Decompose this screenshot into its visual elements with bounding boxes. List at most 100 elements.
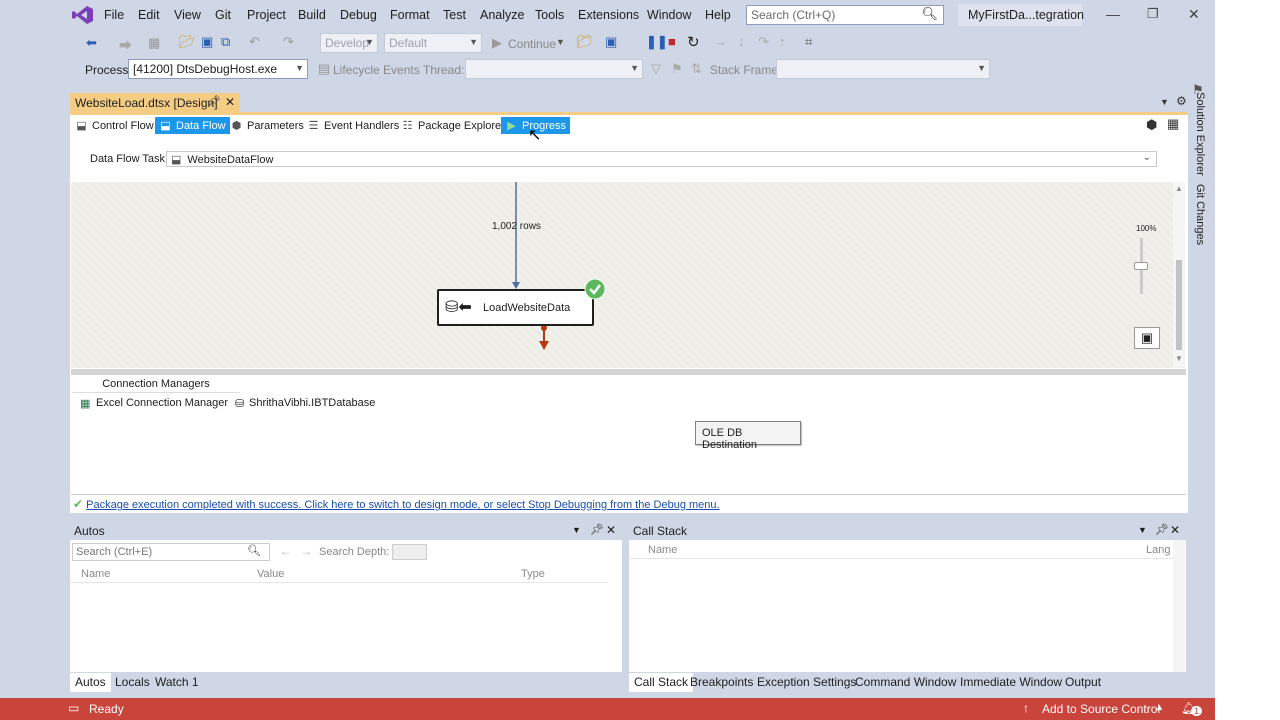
visual-studio-logo-icon[interactable] [72, 5, 94, 25]
zoom-to-fit-button[interactable]: ▣ [1134, 327, 1160, 349]
connection-managers-tab[interactable]: Connection Managers [72, 376, 240, 393]
search-back-icon[interactable]: ← [280, 544, 292, 558]
execution-status-bar[interactable]: ✔ Package execution completed with succe… [71, 494, 1186, 512]
excel-connection-manager[interactable]: Excel Connection Manager [96, 397, 228, 409]
column-header-name[interactable]: Name [648, 544, 677, 556]
stack-frame-combo[interactable]: ▼ [776, 59, 990, 79]
zoom-slider-thumb[interactable] [1134, 262, 1148, 270]
pin-icon[interactable]: 📌︎ [590, 523, 604, 536]
tab-locals[interactable]: Locals [110, 673, 155, 692]
play-icon[interactable]: ▶ [492, 35, 502, 51]
search-forward-icon[interactable]: → [300, 544, 312, 558]
document-tab[interactable]: WebsiteLoad.dtsx [Design] 📌︎ ✕ [70, 93, 240, 113]
lifecycle-events-button[interactable]: Lifecycle Events [333, 63, 420, 77]
back-icon[interactable]: ⬅ [86, 35, 97, 51]
new-project-icon[interactable]: ▦ [148, 35, 160, 51]
filter-icon[interactable]: ▽ [651, 61, 661, 77]
tab-breakpoints[interactable]: Breakpoints [685, 673, 758, 692]
toolbox-icon[interactable]: ▦ [1167, 116, 1179, 132]
ole-db-destination-node[interactable]: ⛁⬅ LoadWebsiteData [437, 289, 594, 326]
scroll-up-icon[interactable]: ▲ [1175, 184, 1183, 193]
menu-analyze[interactable]: Analyze [480, 8, 524, 22]
execution-status-link[interactable]: Package execution completed with success… [86, 499, 719, 511]
data-flow-task-combo[interactable]: ⬓ WebsiteDataFlow ⌄ [166, 151, 1157, 167]
menu-file[interactable]: File [104, 8, 124, 22]
lifecycle-events-icon[interactable]: ▤ [318, 61, 330, 77]
scrollbar-thumb[interactable] [1176, 260, 1182, 350]
tab-exception-settings[interactable]: Exception Settings [752, 673, 861, 692]
tab-event-handlers[interactable]: ☰ Event Handlers [303, 117, 403, 134]
close-tab-icon[interactable]: ✕ [225, 95, 235, 109]
pin-icon[interactable]: 📌︎ [1155, 523, 1169, 536]
continue-button[interactable]: Continue [508, 37, 556, 51]
step-out-icon[interactable]: ↑ [779, 34, 786, 49]
settings-gear-icon[interactable]: ⚙ [1176, 94, 1187, 108]
menu-tools[interactable]: Tools [535, 8, 564, 22]
menu-git[interactable]: Git [215, 8, 231, 22]
save-all-icon[interactable]: ⧉ [221, 34, 230, 50]
search-depth-combo[interactable] [392, 544, 427, 560]
connection-manager-splitter[interactable] [71, 369, 1186, 375]
close-pane-icon[interactable]: ✕ [1170, 523, 1180, 537]
add-to-source-control-button[interactable]: Add to Source Control [1042, 702, 1160, 716]
solution-platform-combo[interactable]: Default ▼ [384, 33, 482, 53]
tab-watch-1[interactable]: Watch 1 [150, 673, 204, 692]
find-in-files-icon[interactable]: 📁︎ [576, 34, 593, 50]
minimize-icon[interactable]: — [1106, 6, 1120, 22]
thread-combo[interactable]: ▼ [465, 59, 643, 79]
variables-icon[interactable]: ⬢ [1146, 117, 1157, 133]
tab-data-flow[interactable]: ⬓ Data Flow [155, 117, 230, 134]
autos-search-input[interactable]: Search (Ctrl+E) 🔍︎ [72, 543, 270, 561]
tab-list-dropdown-icon[interactable]: ▼ [1160, 97, 1169, 107]
restart-icon[interactable]: ↻ [687, 33, 700, 51]
menu-edit[interactable]: Edit [138, 8, 160, 22]
menu-window[interactable]: Window [647, 8, 691, 22]
pause-icon[interactable]: ❚❚ [646, 34, 668, 50]
column-header-type[interactable]: Type [521, 568, 545, 580]
menu-help[interactable]: Help [705, 8, 731, 22]
redo-icon[interactable]: ↷ [283, 34, 294, 50]
menu-debug[interactable]: Debug [340, 8, 377, 22]
flag-icon[interactable]: ⚑ [671, 61, 683, 77]
tab-autos[interactable]: Autos [70, 673, 111, 692]
menu-test[interactable]: Test [443, 8, 466, 22]
forward-icon[interactable]: ⮕ [119, 35, 132, 54]
stop-icon[interactable]: ■ [668, 34, 676, 49]
column-header-name[interactable]: Name [81, 568, 110, 580]
step-into-icon[interactable]: ↓ [738, 34, 745, 49]
process-combo[interactable]: [41200] DtsDebugHost.exe ▼ [128, 59, 308, 79]
open-icon[interactable]: 📂︎ [179, 34, 196, 50]
undo-icon[interactable]: ↶ [249, 34, 260, 50]
restore-icon[interactable]: ❐ [1147, 6, 1159, 22]
solution-configuration-combo[interactable]: Develop ▼ [320, 33, 378, 53]
tab-call-stack[interactable]: Call Stack [629, 673, 694, 692]
tab-command-window[interactable]: Command Window [850, 673, 961, 692]
tab-parameters[interactable]: ⬢ Parameters [226, 117, 308, 134]
pin-icon[interactable]: 📌︎ [208, 96, 221, 107]
menu-view[interactable]: View [174, 8, 201, 22]
pane-dropdown-icon[interactable]: ▼ [572, 525, 581, 535]
tab-immediate-window[interactable]: Immediate Window [955, 673, 1067, 692]
pane-dropdown-icon[interactable]: ▼ [1138, 525, 1147, 535]
column-header-lang[interactable]: Lang [1146, 544, 1170, 556]
column-header-value[interactable]: Value [257, 568, 284, 580]
database-connection-manager[interactable]: ShrithaVibhi.IBTDatabase [249, 397, 375, 409]
close-pane-icon[interactable]: ✕ [606, 523, 616, 537]
hex-display-icon[interactable]: ⌗ [805, 34, 812, 50]
close-icon[interactable]: ✕ [1188, 6, 1200, 23]
save-icon[interactable]: ▣ [201, 34, 213, 50]
tab-control-flow[interactable]: ⬓ Control Flow [71, 117, 158, 134]
data-flow-canvas[interactable]: 1,002 rows 100% ▣ [71, 182, 1173, 368]
call-stack-scrollbar[interactable] [1173, 540, 1185, 672]
feedback-icon[interactable]: ⚑ [1192, 82, 1204, 98]
menu-build[interactable]: Build [298, 8, 326, 22]
canvas-vertical-scrollbar[interactable]: ▲ ▼ [1173, 182, 1185, 368]
menu-format[interactable]: Format [390, 8, 430, 22]
tab-package-explorer[interactable]: ☷ Package Explorer [397, 117, 509, 134]
show-next-statement-icon[interactable]: → [714, 34, 727, 49]
scroll-down-icon[interactable]: ▼ [1175, 354, 1183, 363]
solution-explorer-tab[interactable]: Solution Explorer [1194, 92, 1206, 176]
step-over-icon[interactable]: ↷ [758, 34, 769, 50]
swap-icon[interactable]: ⇅ [691, 61, 702, 77]
tab-output[interactable]: Output [1060, 673, 1106, 692]
